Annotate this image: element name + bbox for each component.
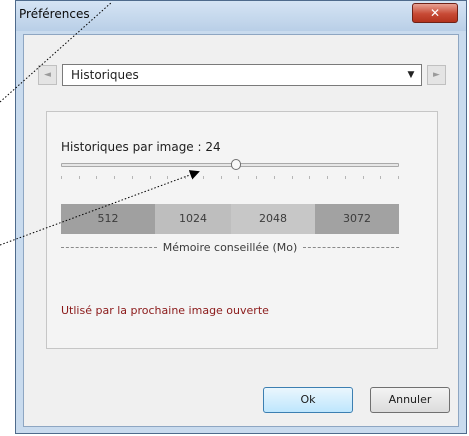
memory-option-512[interactable]: 512 [61, 204, 155, 234]
memory-scale: 512 1024 2048 3072 [61, 204, 399, 234]
memory-caption: Mémoire conseillée (Mo) [162, 240, 298, 254]
slider-tick [380, 176, 381, 179]
window-title: Préférences [19, 7, 90, 21]
chevron-down-icon[interactable]: ▼ [403, 67, 419, 83]
history-per-image-label: Historiques par image : 24 [61, 140, 221, 154]
cancel-button[interactable]: Annuler [370, 387, 450, 413]
divider [303, 246, 399, 248]
arrow-left-icon: ◄ [44, 70, 51, 80]
slider-tick [132, 176, 133, 179]
slider-tick [167, 176, 168, 179]
slider-tick [61, 176, 62, 179]
dialog-body: ◄ Historiques ▼ ► Historiques par image … [23, 34, 459, 427]
slider-tick [79, 176, 80, 179]
slider-tick [256, 176, 257, 179]
slider-tick [398, 176, 399, 179]
slider-tick [185, 176, 186, 179]
memory-option-2048[interactable]: 2048 [231, 204, 315, 234]
category-select[interactable]: Historiques ▼ [62, 64, 422, 86]
close-button[interactable]: ✕ [412, 3, 458, 23]
divider [61, 246, 157, 248]
slider-tick [150, 176, 151, 179]
slider-tick [363, 176, 364, 179]
slider-tick [309, 176, 310, 179]
preferences-window: Préférences ✕ ◄ Historiques ▼ ► Historiq… [15, 0, 467, 434]
memory-option-3072[interactable]: 3072 [315, 204, 399, 234]
previous-category-button[interactable]: ◄ [38, 65, 57, 85]
slider-ticks [61, 176, 399, 179]
slider-tick [274, 176, 275, 179]
info-text: Utlisé par la prochaine image ouverte [61, 304, 269, 317]
slider-tick [327, 176, 328, 179]
slider-tick [114, 176, 115, 179]
category-select-value: Historiques [71, 68, 139, 82]
history-settings-panel: Historiques par image : 24 512 1024 2048… [46, 111, 438, 349]
history-slider[interactable] [61, 159, 399, 170]
slider-tick [221, 176, 222, 179]
slider-tick [292, 176, 293, 179]
next-category-button[interactable]: ► [427, 65, 446, 85]
slider-tick [96, 176, 97, 179]
slider-tick [345, 176, 346, 179]
arrow-right-icon: ► [433, 70, 440, 80]
close-icon: ✕ [429, 6, 441, 20]
ok-button[interactable]: Ok [263, 387, 353, 413]
memory-caption-row: Mémoire conseillée (Mo) [61, 240, 399, 254]
slider-tick [238, 176, 239, 179]
slider-tick [203, 176, 204, 179]
history-slider-thumb[interactable] [231, 159, 241, 170]
memory-option-1024[interactable]: 1024 [155, 204, 231, 234]
title-bar[interactable]: Préférences ✕ [16, 1, 466, 31]
